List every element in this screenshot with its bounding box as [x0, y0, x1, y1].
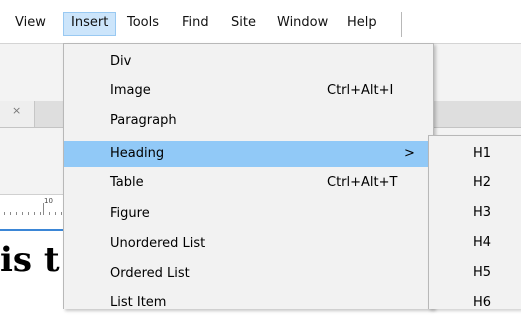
menu-item-label: Table: [110, 175, 144, 190]
submenu-item-label: H5: [473, 265, 492, 280]
menu-view[interactable]: View: [8, 12, 53, 36]
submenu-item-label: H3: [473, 205, 492, 220]
submenu-item-h4[interactable]: H4: [429, 230, 521, 256]
submenu-arrow-icon: >: [404, 146, 415, 161]
canvas-heading-text[interactable]: is t: [0, 240, 60, 280]
menu-item-shortcut: Ctrl+Alt+I: [327, 83, 394, 98]
submenu-item-label: H6: [473, 295, 492, 310]
submenu-item-label: H1: [473, 146, 492, 161]
heading-submenu: H1 H2 H3 H4 H5 H6: [428, 135, 521, 310]
submenu-item-h1[interactable]: H1: [429, 141, 521, 167]
menu-insert[interactable]: Insert: [63, 12, 117, 36]
element-outline: [0, 229, 70, 231]
submenu-item-h5[interactable]: H5: [429, 260, 521, 286]
submenu-item-label: H4: [473, 235, 492, 250]
menu-item-label: Figure: [110, 206, 150, 221]
insert-menu: Div Image Ctrl+Alt+I Paragraph Heading >…: [63, 43, 434, 310]
submenu-item-h2[interactable]: H2: [429, 170, 521, 196]
menu-item-label: Unordered List: [110, 236, 206, 251]
menu-item-figure[interactable]: Figure: [64, 201, 433, 227]
menu-find[interactable]: Find: [175, 12, 216, 36]
menu-item-label: Image: [110, 83, 151, 98]
menu-item-label: Div: [110, 54, 132, 69]
menu-item-shortcut: Ctrl+Alt+T: [327, 175, 398, 190]
ruler-number: 10: [44, 197, 53, 205]
menu-window[interactable]: Window: [270, 12, 335, 36]
menu-item-unordered-list[interactable]: Unordered List: [64, 231, 433, 257]
menu-help[interactable]: Help: [340, 12, 384, 36]
menu-item-ordered-list[interactable]: Ordered List: [64, 261, 433, 287]
menu-bar: View Insert Tools Find Site Window Help: [0, 0, 521, 44]
menu-item-label: List Item: [110, 295, 167, 310]
tab-close-icon[interactable]: ×: [12, 104, 21, 117]
menubar-separator: [401, 12, 402, 37]
menu-tools[interactable]: Tools: [120, 12, 166, 36]
submenu-item-label: H2: [473, 175, 492, 190]
menu-site[interactable]: Site: [224, 12, 263, 36]
menu-item-image[interactable]: Image Ctrl+Alt+I: [64, 78, 433, 104]
submenu-item-h3[interactable]: H3: [429, 200, 521, 226]
menu-item-table[interactable]: Table Ctrl+Alt+T: [64, 170, 433, 196]
menu-item-list-item[interactable]: List Item: [64, 290, 433, 316]
menu-item-paragraph[interactable]: Paragraph: [64, 108, 433, 134]
menu-item-label: Paragraph: [110, 113, 177, 128]
menu-item-label: Heading: [110, 146, 165, 161]
menu-item-heading[interactable]: Heading >: [64, 141, 433, 167]
ruler: [0, 197, 70, 216]
menu-item-div[interactable]: Div: [64, 49, 433, 75]
submenu-item-h6[interactable]: H6: [429, 290, 521, 316]
menu-item-label: Ordered List: [110, 266, 190, 281]
